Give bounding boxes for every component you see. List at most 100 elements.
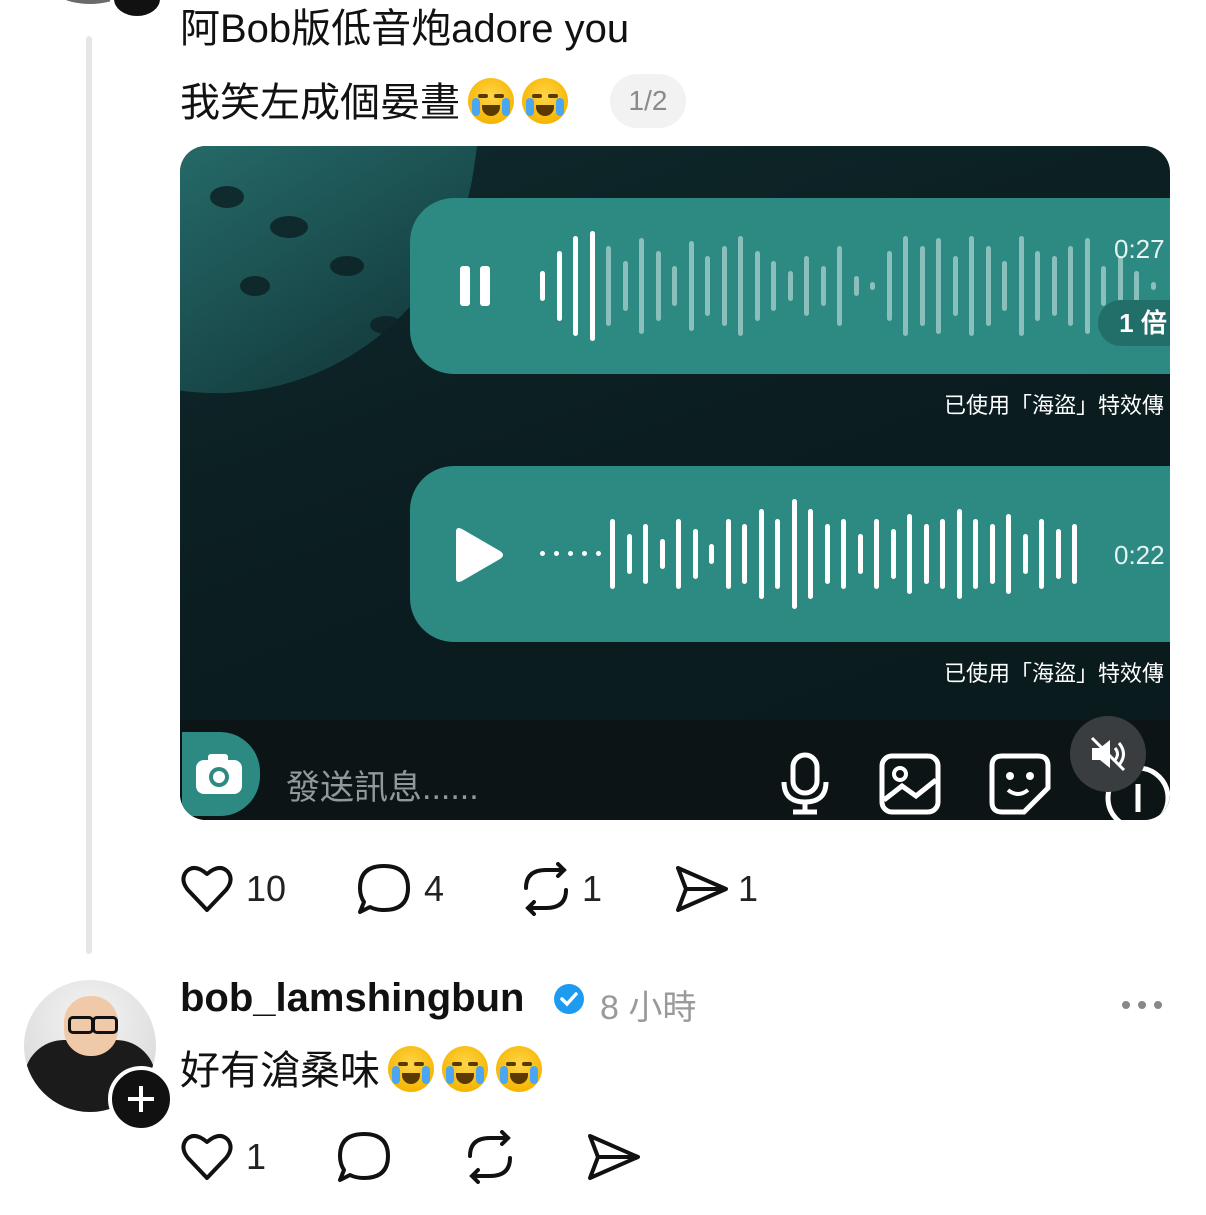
waveform-bar xyxy=(775,519,780,589)
camera-button[interactable] xyxy=(182,732,260,816)
camera-icon xyxy=(196,754,242,794)
waveform-bar xyxy=(857,534,863,574)
waveform-bar xyxy=(589,231,595,341)
leaf-spot xyxy=(240,276,270,296)
waveform-bar xyxy=(969,236,974,336)
waveform-bar xyxy=(940,519,945,589)
mute-icon xyxy=(1090,736,1126,772)
waveform-bar xyxy=(626,534,632,574)
waveform-bar xyxy=(643,524,648,584)
waveform-bar xyxy=(676,519,681,589)
repost-icon[interactable] xyxy=(518,862,574,916)
image-icon[interactable] xyxy=(878,752,942,816)
waveform-bar xyxy=(1101,266,1106,306)
waveform-bar xyxy=(919,246,925,326)
comment-icon[interactable] xyxy=(336,1130,392,1184)
leaf-spot xyxy=(370,316,402,334)
voice-message-bubble[interactable]: 0:27 1 倍 xyxy=(410,198,1170,374)
waveform-bar xyxy=(820,266,826,306)
waveform-bar xyxy=(890,529,896,579)
username[interactable]: bob_lamshingbun xyxy=(180,976,524,1021)
face-with-tears-of-joy-icon xyxy=(442,1046,488,1092)
leaf-spot xyxy=(330,256,364,276)
comment-count: 4 xyxy=(424,868,445,909)
waveform-dot xyxy=(568,551,573,556)
waveform-bar xyxy=(870,282,875,290)
waveform-bar xyxy=(985,246,991,326)
post-media-image[interactable]: 0:27 1 倍 已使用「海盜」特效傳 0:22 已使用「海盜」特效傳 發送訊息… xyxy=(180,146,1170,820)
waveform-bar xyxy=(758,509,764,599)
waveform-bar xyxy=(791,499,797,609)
waveform-bar xyxy=(874,519,879,589)
play-icon[interactable] xyxy=(450,526,506,584)
effect-note: 已使用「海盜」特效傳 xyxy=(944,393,1165,418)
avatar-glasses xyxy=(92,1016,118,1034)
waveform-dot xyxy=(582,551,587,556)
pause-icon[interactable] xyxy=(458,264,494,308)
waveform-bar xyxy=(556,251,562,321)
waveform-bar xyxy=(936,238,941,334)
waveform-dot xyxy=(554,551,559,556)
waveform-bar xyxy=(1051,256,1057,316)
waveform-dot xyxy=(540,551,545,556)
share-icon[interactable] xyxy=(674,864,730,914)
waveform-bar xyxy=(787,271,793,301)
waveform-bar xyxy=(1018,236,1024,336)
waveform-bar xyxy=(1002,261,1007,311)
waveform-bar xyxy=(1084,238,1090,334)
waveform-bar xyxy=(738,236,743,336)
sticker-icon[interactable] xyxy=(988,752,1052,816)
waveform-bar xyxy=(721,246,727,326)
avatar-glasses xyxy=(68,1016,94,1034)
waveform-bar xyxy=(1006,514,1011,594)
waveform-bar xyxy=(956,509,962,599)
share-count: 1 xyxy=(738,868,759,909)
share-icon[interactable] xyxy=(586,1132,642,1182)
waveform-bar xyxy=(705,256,710,316)
waveform-bar xyxy=(659,539,665,569)
waveform-bar xyxy=(853,276,859,296)
follow-plus-button[interactable] xyxy=(108,1066,174,1132)
face-with-tears-of-joy-icon xyxy=(388,1046,434,1092)
waveform-bar xyxy=(672,266,677,306)
voice-waveform[interactable] xyxy=(540,228,1156,344)
mute-button[interactable] xyxy=(1070,716,1146,792)
message-input[interactable]: 發送訊息...... xyxy=(286,760,479,809)
waveform-bar xyxy=(655,251,661,321)
more-options-icon[interactable] xyxy=(1122,996,1170,1014)
waveform-bar xyxy=(804,256,809,316)
comment-icon[interactable] xyxy=(356,862,412,916)
waveform-bar xyxy=(1039,519,1044,589)
waveform-bar xyxy=(952,256,958,316)
waveform-bar xyxy=(639,238,644,334)
waveform-bar xyxy=(973,519,978,589)
post-text-line: 好有滄桑味 xyxy=(180,1046,542,1094)
waveform-bar xyxy=(771,261,776,311)
voice-waveform[interactable] xyxy=(540,496,1077,612)
waveform-bar xyxy=(824,524,830,584)
waveform-bar xyxy=(923,524,929,584)
voice-message-bubble[interactable]: 0:22 xyxy=(410,466,1170,642)
playback-speed-button[interactable]: 1 倍 xyxy=(1098,300,1170,346)
voice-duration: 0:27 xyxy=(1114,234,1165,264)
waveform-bar xyxy=(1068,246,1073,326)
media-page-indicator: 1/2 xyxy=(610,74,686,128)
waveform-bar xyxy=(907,514,912,594)
microphone-icon[interactable] xyxy=(778,752,832,816)
like-count: 10 xyxy=(246,868,287,909)
loudly-crying-face-icon xyxy=(522,78,568,124)
waveform-bar xyxy=(709,544,714,564)
waveform-bar xyxy=(1035,251,1040,321)
waveform-bar xyxy=(742,524,747,584)
waveform-bar xyxy=(808,509,813,599)
repost-icon[interactable] xyxy=(462,1130,518,1184)
follow-plus-button[interactable] xyxy=(110,0,164,20)
verified-badge-icon xyxy=(554,984,584,1014)
heart-icon[interactable] xyxy=(180,864,234,914)
heart-icon[interactable] xyxy=(180,1132,234,1182)
waveform-bar xyxy=(540,271,545,301)
post-text-line-1: 阿Bob版低音炮adore you xyxy=(180,7,630,51)
waveform-bar xyxy=(606,246,611,326)
thread-line xyxy=(86,36,92,954)
waveform-bar xyxy=(837,246,842,326)
